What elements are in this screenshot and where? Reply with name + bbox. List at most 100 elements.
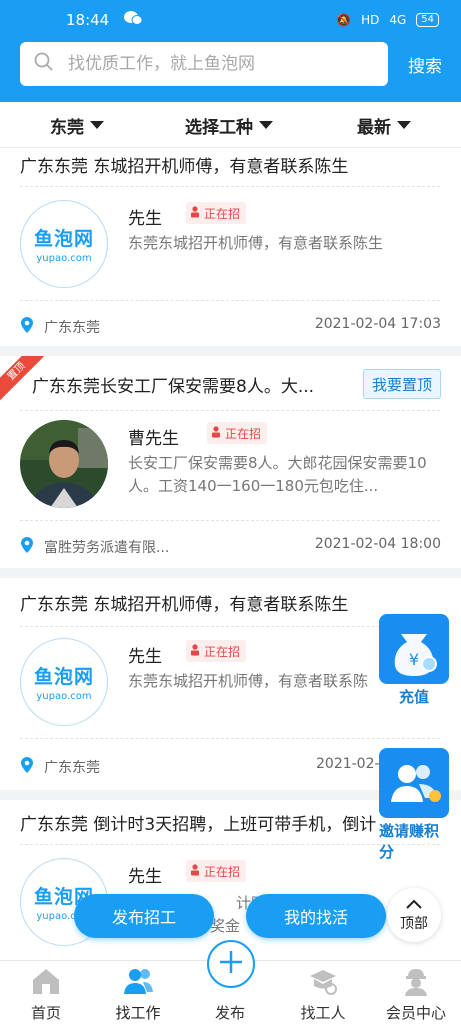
search-box[interactable] [20,42,388,86]
dropdown-arrow-icon [397,121,411,129]
poster-name: 先生 [128,209,162,229]
location: 富胜劳务派遣有限... [20,536,169,558]
post-date: 2021-02-04 17:03 [314,316,441,332]
network-label: 4G [389,13,407,27]
divider [20,844,440,845]
nav-find-worker[interactable]: 找工人 [283,961,363,1024]
avatar [20,420,108,508]
mute-icon: 🔕 [336,13,352,27]
plus-icon [218,949,244,979]
search-area: 搜索 [0,40,461,102]
member-icon [399,964,433,998]
location-text: 广东东莞 [44,760,100,776]
nav-home-label: 首页 [30,1004,61,1022]
dropdown-arrow-icon [259,121,273,129]
divider [20,186,440,187]
person-icon [211,425,221,441]
status-badge: 正在招 [207,422,268,444]
location: 广东东莞 [20,756,100,778]
nav-find-worker-label: 找工人 [300,1004,346,1022]
chevron-up-icon [406,897,422,913]
search-button[interactable]: 搜索 [400,42,450,86]
money-bag-icon: ¥ [379,614,449,684]
post-date: 2021-02- [316,756,380,772]
job-card-pinned[interactable]: 置顶 广东东莞长安工厂保安需要8人。大... 我要置顶 曹先生 正在招 长安工厂… [0,356,461,568]
status-time: 18:44 [66,11,110,29]
invite-widget[interactable]: 邀请赚积分 [379,748,449,862]
divider [20,626,440,627]
find-worker-icon [306,964,340,998]
status-badge: 正在招 [186,860,247,882]
filter-bar: 东莞 选择工种 最新 [0,102,461,148]
recharge-widget[interactable]: ¥ 充值 [379,614,449,707]
person-icon [190,205,200,221]
location-text: 富胜劳务派遣有限... [44,540,170,556]
wechat-icon [123,10,143,30]
nav-member-center-label: 会员中心 [385,1004,446,1022]
location-pin-icon [20,316,34,338]
poster-name: 先生 [128,647,162,667]
job-title: 广东东莞 倒计时3天招聘，上班可带手机，倒计 [20,815,377,835]
nav-publish-label: 发布 [214,1004,245,1022]
job-title: 广东东莞 东城招开机师傅，有意者联系陈生 [20,157,349,177]
logo-text: 鱼泡网 [33,666,94,688]
home-icon [29,964,63,998]
location: 广东东莞 [20,316,100,338]
job-title: 广东东莞长安工厂保安需要8人。大... [32,377,315,397]
filter-worktype-label: 选择工种 [185,117,253,138]
dropdown-arrow-icon [90,121,104,129]
job-description: 东莞东城招开机师傅，有意者联系陈生 [128,234,384,252]
post-date: 2021-02-04 18:00 [314,536,441,552]
yupao-logo: 鱼泡网 yupao.com [20,638,108,726]
nav-member-center[interactable]: 会员中心 [376,961,456,1024]
my-jobs-button[interactable]: 我的找活 [246,894,386,938]
status-badge: 正在招 [186,202,247,224]
battery-icon: 54 [416,13,439,27]
status-text: 正在招 [204,206,241,221]
svg-text:¥: ¥ [409,650,419,669]
poster-name: 先生 [128,867,162,887]
status-text: 正在招 [204,644,241,659]
filter-city[interactable]: 东莞 [50,102,104,148]
job-card[interactable]: 广东东莞 东城招开机师傅，有意者联系陈生 鱼泡网 yupao.com 先生 正在… [0,148,461,346]
back-to-top-button[interactable]: 顶部 [387,888,441,942]
person-icon [190,643,200,659]
back-to-top-label: 顶部 [400,916,428,932]
filter-worktype[interactable]: 选择工种 [185,102,273,148]
status-text: 正在招 [204,864,241,879]
location-pin-icon [20,536,34,558]
post-job-button[interactable]: 发布招工 [74,894,214,938]
divider [20,300,440,301]
location-pin-icon [20,756,34,778]
status-badge: 正在招 [186,640,247,662]
filter-sort-label: 最新 [357,117,391,138]
divider [20,520,440,521]
search-icon [34,52,54,76]
poster-name: 曹先生 [128,429,179,449]
divider [20,410,440,411]
filter-sort[interactable]: 最新 [357,102,411,148]
invite-label: 邀请赚积分 [379,822,440,861]
nav-find-job-label: 找工作 [115,1004,161,1022]
person-icon [190,863,200,879]
location-text: 广东东莞 [44,320,100,336]
invite-users-icon [379,748,449,818]
job-title: 广东东莞 东城招开机师傅，有意者联系陈生 [20,595,349,615]
nav-home[interactable]: 首页 [6,961,86,1024]
search-input[interactable] [68,54,368,74]
signal-label: HD [361,13,380,27]
logo-subtext: yupao.com [36,253,92,264]
yupao-logo: 鱼泡网 yupao.com [20,200,108,288]
job-description: 长安工厂保安需要8人。大郎花园保安需要10人。工资140一160一180元包吃住… [128,454,427,495]
logo-subtext: yupao.com [36,691,92,702]
pin-to-top-button[interactable]: 我要置顶 [362,369,441,399]
find-job-icon [121,964,155,998]
status-bar: 18:44 🔕 HD 4G 54 [0,0,461,40]
recharge-label: 充值 [398,688,429,706]
publish-button[interactable] [207,940,255,988]
nav-find-job[interactable]: 找工作 [98,961,178,1024]
status-text: 正在招 [225,426,262,441]
filter-city-label: 东莞 [50,117,84,138]
divider [20,738,440,739]
logo-text: 鱼泡网 [33,228,94,250]
